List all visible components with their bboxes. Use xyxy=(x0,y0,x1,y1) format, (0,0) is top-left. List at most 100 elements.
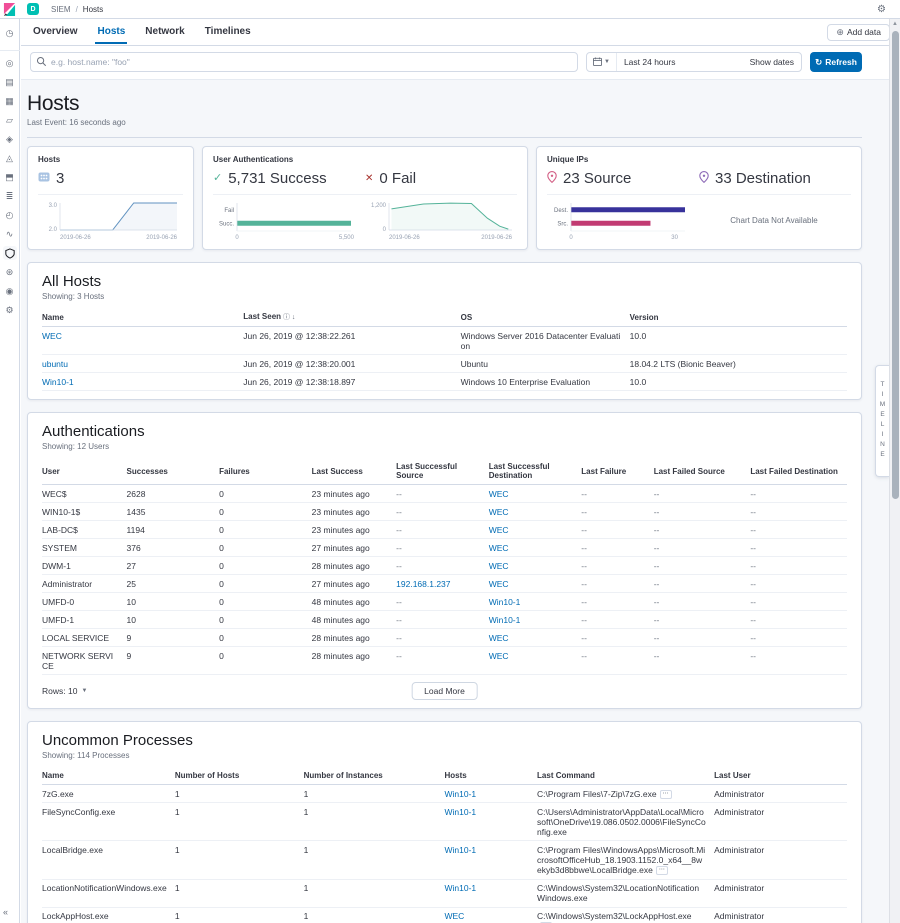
table-cell: LocalBridge.exe xyxy=(42,840,175,880)
cell-link[interactable]: WEC xyxy=(42,331,62,341)
column-header[interactable]: Hosts xyxy=(444,768,538,785)
cell-link[interactable]: WEC xyxy=(489,525,509,535)
cell-link[interactable]: WEC xyxy=(489,561,509,571)
column-header[interactable]: User xyxy=(42,459,127,485)
column-header[interactable]: Last Failed Destination xyxy=(750,459,847,485)
nav-item-recently-viewed[interactable]: ◷ xyxy=(3,26,17,40)
table-cell: 1 xyxy=(303,907,445,923)
tab-timelines[interactable]: Timelines xyxy=(203,20,253,44)
scroll-up-icon[interactable]: ▲ xyxy=(892,21,898,27)
rows-per-page-select[interactable]: Rows: 10 ▼ xyxy=(42,686,87,696)
cell-link[interactable]: Win10-1 xyxy=(444,807,476,817)
scrollbar-thumb[interactable] xyxy=(892,31,899,499)
panel-subtitle: Showing: 12 Users xyxy=(42,442,110,451)
cell-link[interactable]: WEC xyxy=(489,579,509,589)
column-header[interactable]: Number of Hosts xyxy=(174,768,304,785)
svg-text:Dest.: Dest. xyxy=(554,208,568,214)
calendar-dropdown-button[interactable]: ▼ xyxy=(587,53,617,71)
cell-link[interactable]: ubuntu xyxy=(42,359,68,369)
nav-item-stack-monitoring[interactable]: ◉ xyxy=(3,284,17,298)
cell-link[interactable]: WEC xyxy=(444,911,464,921)
nav-item-uptime[interactable]: ∿ xyxy=(3,227,17,241)
column-header[interactable]: Name xyxy=(42,768,175,785)
column-header[interactable]: Last User xyxy=(714,768,847,785)
show-more-button[interactable]: ⋯ xyxy=(659,789,672,799)
column-header[interactable]: Name xyxy=(42,309,244,327)
column-header[interactable]: Last Failure xyxy=(581,459,654,485)
cell-link[interactable]: WEC xyxy=(489,507,509,517)
cell-link[interactable]: WEC xyxy=(489,543,509,553)
cell-link[interactable]: WEC xyxy=(489,651,509,661)
tab-overview[interactable]: Overview xyxy=(31,20,79,44)
cell-link[interactable]: WEC xyxy=(489,489,509,499)
search-input[interactable] xyxy=(30,52,578,72)
refresh-button[interactable]: ↻ Refresh xyxy=(810,52,862,72)
nav-item-maps[interactable]: ◈ xyxy=(3,132,17,146)
timeline-flyout-button[interactable]: TIMELINE xyxy=(875,365,889,477)
cell-link[interactable]: Win10-1 xyxy=(444,883,476,893)
column-header[interactable]: Last Command xyxy=(537,768,715,785)
tab-hosts[interactable]: Hosts xyxy=(95,20,127,44)
vertical-scrollbar[interactable]: ▲ xyxy=(889,19,900,923)
breadcrumb-app[interactable]: SIEM xyxy=(51,5,71,14)
load-more-button[interactable]: Load More xyxy=(411,682,478,700)
cell-link[interactable]: 192.168.1.237 xyxy=(396,579,450,589)
nav-item-visualize[interactable]: ▤ xyxy=(3,75,17,89)
nav-item-dev-tools[interactable]: ⊛ xyxy=(3,265,17,279)
column-header[interactable]: Version xyxy=(629,309,847,327)
table-cell: 48 minutes ago xyxy=(311,610,397,629)
column-header[interactable]: Last Successful Source xyxy=(396,459,489,485)
show-more-button[interactable]: ⋯ xyxy=(655,866,668,875)
space-badge[interactable]: D xyxy=(27,3,39,15)
gear-icon[interactable]: ⚙ xyxy=(877,4,886,15)
table-cell: Win10-1 xyxy=(488,592,582,611)
nav-item-discover[interactable]: ◎ xyxy=(3,56,17,70)
table-cell: 1435 xyxy=(126,502,220,521)
tab-network[interactable]: Network xyxy=(143,20,186,44)
table-cell: 1 xyxy=(303,784,445,804)
table-cell: -- xyxy=(653,628,751,647)
table-cell: -- xyxy=(581,646,654,675)
cell-link[interactable]: Win10-1 xyxy=(42,377,74,387)
table-cell: -- xyxy=(750,484,847,503)
nav-item-machine-learning[interactable]: ◬ xyxy=(3,151,17,165)
collapse-nav-icon[interactable]: « xyxy=(3,907,8,917)
column-header[interactable]: Last Seen ⓘ ↓ xyxy=(243,309,461,327)
column-header[interactable]: Last Failed Source xyxy=(653,459,751,485)
cell-link[interactable]: WEC xyxy=(489,633,509,643)
nav-item-management[interactable]: ⚙ xyxy=(3,303,17,317)
cell-link[interactable]: Win10-1 xyxy=(489,597,521,607)
table-row: UMFD-1 10 0 48 minutes ago -- Win10-1 -- -- -- xyxy=(42,610,847,629)
svg-text:0: 0 xyxy=(569,235,573,241)
kibana-logo-icon[interactable] xyxy=(0,0,19,18)
nav-item-apm[interactable]: ◴ xyxy=(3,208,17,222)
column-header[interactable]: Number of Instances xyxy=(303,768,445,785)
column-header[interactable]: Failures xyxy=(219,459,312,485)
table-cell: FileSyncConfig.exe xyxy=(42,802,175,842)
cell-link[interactable]: Win10-1 xyxy=(444,845,476,855)
cell-link[interactable]: Win10-1 xyxy=(444,789,476,799)
nav-item-logs[interactable]: ≣ xyxy=(3,189,17,203)
nav-item-siem[interactable] xyxy=(2,246,17,260)
cell-link[interactable]: Win10-1 xyxy=(489,615,521,625)
column-header[interactable]: OS xyxy=(460,309,630,327)
svg-text:2019-06-26: 2019-06-26 xyxy=(146,235,177,241)
column-header[interactable]: Last Success xyxy=(311,459,397,485)
table-cell: Win10-1 xyxy=(42,372,244,391)
nav-item-infrastructure[interactable]: ⬒ xyxy=(3,170,17,184)
svg-text:Src.: Src. xyxy=(557,221,568,227)
table-cell: 1 xyxy=(303,840,445,880)
time-range-value[interactable]: Last 24 hours xyxy=(617,57,676,67)
column-header[interactable]: Last Successful Destination xyxy=(488,459,582,485)
table-cell: 10 xyxy=(126,592,220,611)
table-cell: WEC xyxy=(488,646,582,675)
table-cell: -- xyxy=(396,484,489,503)
show-dates-button[interactable]: Show dates xyxy=(750,57,801,67)
column-header[interactable]: Successes xyxy=(126,459,220,485)
nav-item-canvas[interactable]: ▱ xyxy=(3,113,17,127)
add-data-button[interactable]: ⊕ Add data xyxy=(827,23,890,41)
nav-item-dashboard[interactable]: ▦ xyxy=(3,94,17,108)
table-cell: -- xyxy=(653,646,751,675)
svg-text:0: 0 xyxy=(235,235,239,241)
table-cell: 0 xyxy=(219,520,312,539)
